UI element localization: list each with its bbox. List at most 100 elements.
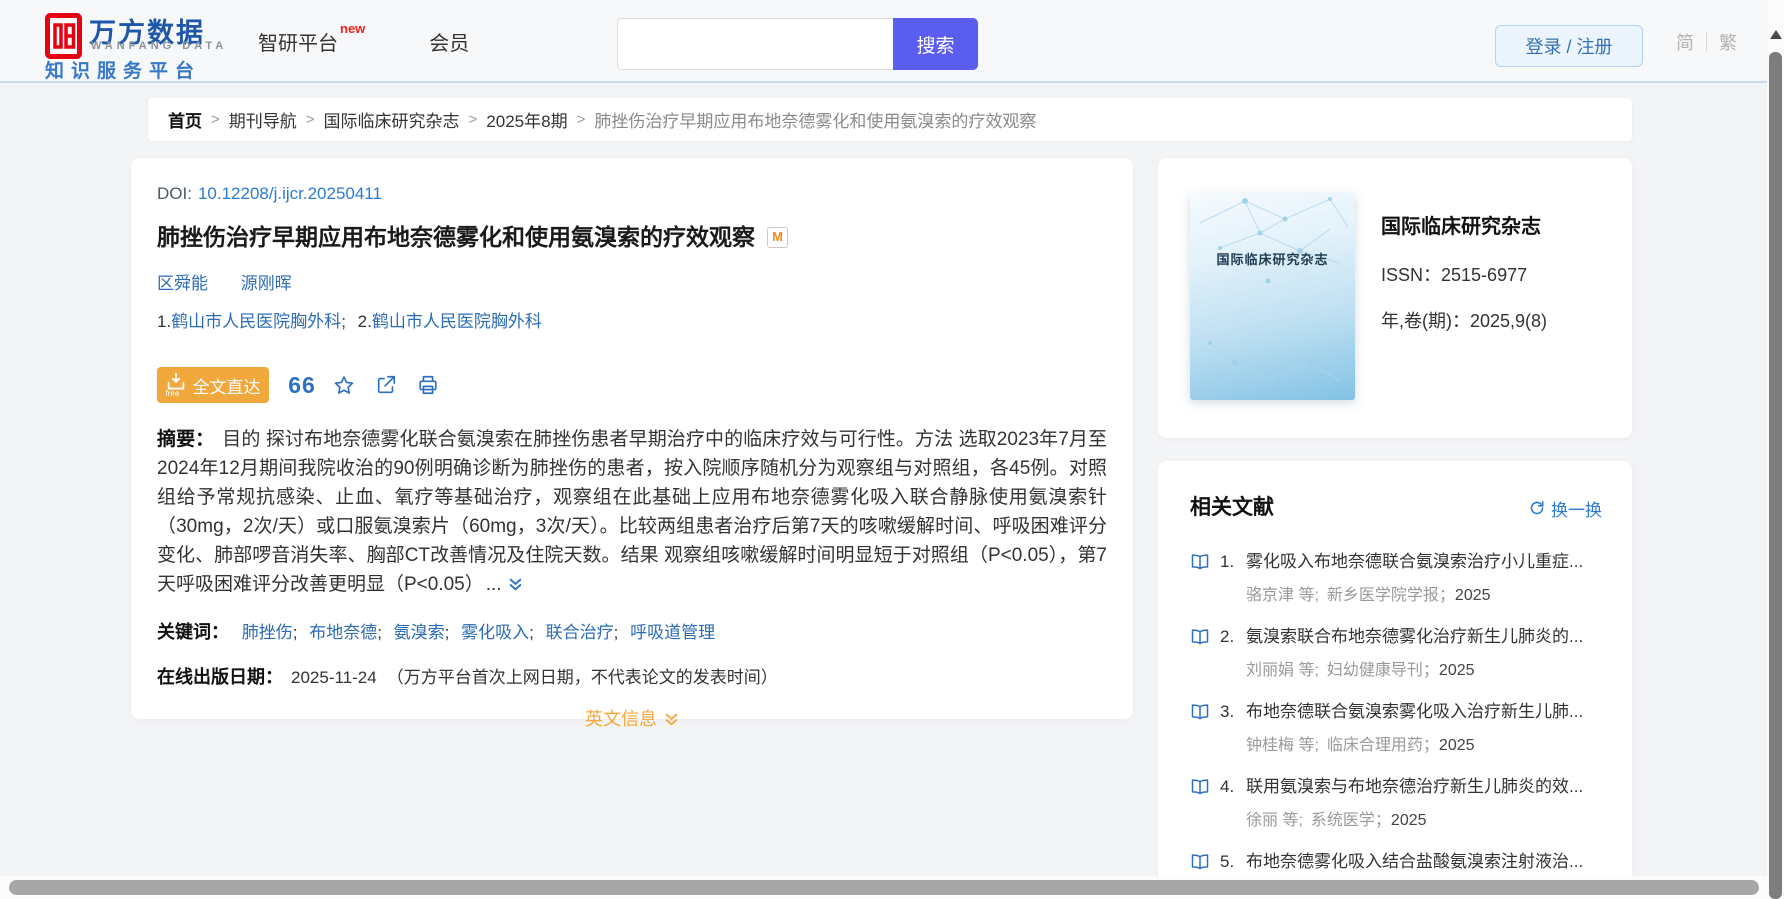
abstract-ellipsis: ... xyxy=(485,574,502,595)
lang-simplified[interactable]: 简 xyxy=(1676,29,1694,55)
share-icon[interactable] xyxy=(375,372,397,398)
breadcrumb-item[interactable]: 首页 xyxy=(168,107,202,132)
lang-traditional[interactable]: 繁 xyxy=(1719,29,1737,55)
affiliation-link[interactable]: 鹤山市人民医院胸外科 xyxy=(372,312,542,331)
keyword-link[interactable]: 联合治疗 xyxy=(546,623,614,642)
nav-item-label: 智研平台 xyxy=(258,33,338,55)
fulltext-button[interactable]: free 全文直达 xyxy=(157,367,269,403)
wanfang-logo-icon xyxy=(45,13,82,59)
refresh-icon xyxy=(1530,501,1544,515)
english-info-label: 英文信息 xyxy=(585,709,657,729)
author-link[interactable]: 区舜能 xyxy=(157,274,208,293)
affiliation: 2.鹤山市人民医院胸外科 xyxy=(358,312,542,331)
keyword: 呼吸道管理 xyxy=(630,623,715,642)
nav-item[interactable]: 智研平台new xyxy=(258,21,365,56)
keyword-separator: ; xyxy=(613,623,619,642)
related-article-journal: 临床合理用药； xyxy=(1326,737,1439,754)
volume-label: 年,卷(期)： xyxy=(1381,311,1470,331)
keyword-link[interactable]: 呼吸道管理 xyxy=(630,623,715,642)
breadcrumb-item[interactable]: 肺挫伤治疗早期应用布地奈德雾化和使用氨溴索的疗效观察 xyxy=(594,107,1036,132)
main-nav: 智研平台new 会员 xyxy=(258,0,469,83)
keyword-link[interactable]: 肺挫伤 xyxy=(242,623,293,642)
breadcrumb-item[interactable]: 国际临床研究杂志 xyxy=(324,107,460,132)
pubdate-row: 在线出版日期： 2025-11-24 （万方平台首次上网日期，不代表论文的发表时间） xyxy=(157,664,1107,691)
search-input[interactable] xyxy=(617,18,893,70)
related-article-journal: 妇幼健康导刊； xyxy=(1326,662,1439,679)
expand-abstract-icon[interactable] xyxy=(508,577,523,592)
horizontal-scrollbar-thumb[interactable] xyxy=(9,880,1759,895)
vertical-scrollbar-thumb[interactable] xyxy=(1769,52,1782,899)
related-article-meta: 徐丽 等; 系统医学；2025 xyxy=(1246,810,1602,831)
affiliations-row: 1.鹤山市人民医院胸外科; 2.鹤山市人民医院胸外科 xyxy=(157,310,1107,334)
brand-tagline: 知识服务平台 xyxy=(45,61,202,82)
related-article-item[interactable]: 1. 雾化吸入布地奈德联合氨溴索治疗小儿重症... 骆京津 等; 新乡医学院学报；… xyxy=(1190,550,1602,606)
authors-row: 区舜能 源刚晖 xyxy=(157,272,1107,296)
keyword: 联合治疗; xyxy=(546,623,626,642)
site-logo[interactable]: 万方数据 WANFANG DATA 知识服务平台 xyxy=(45,11,275,82)
brand-name-en: WANFANG DATA xyxy=(91,40,228,52)
affiliation-separator: ; xyxy=(341,312,346,331)
print-icon[interactable] xyxy=(417,372,439,398)
keyword-separator: ; xyxy=(529,623,534,642)
keyword-link[interactable]: 布地奈德 xyxy=(309,623,377,642)
breadcrumb-item[interactable]: 期刊导航 xyxy=(229,107,297,132)
breadcrumb-segment: 国际临床研究杂志 > xyxy=(324,107,478,132)
english-info-toggle[interactable]: 英文信息 xyxy=(157,706,1107,732)
breadcrumb-segment: 期刊导航 > xyxy=(229,107,315,132)
cite-quote-icon[interactable]: 66 xyxy=(288,372,315,398)
nav-item[interactable]: 会员 xyxy=(429,27,469,56)
related-article-title[interactable]: 氨溴索联合布地奈德雾化治疗新生儿肺炎的... xyxy=(1246,625,1602,649)
doi-link[interactable]: 10.12208/j.ijcr.20250411 xyxy=(198,184,382,203)
related-article-item[interactable]: 4. 联用氨溴索与布地奈德治疗新生儿肺炎的效... 徐丽 等; 系统医学；2025 xyxy=(1190,775,1602,831)
related-article-item[interactable]: 5. 布地奈德雾化吸入结合盐酸氨溴索注射液治... xyxy=(1190,850,1602,876)
chevron-double-down-icon xyxy=(665,713,678,725)
journal-issn-row: ISSN：2515-6977 xyxy=(1381,263,1547,287)
keyword-link[interactable]: 氨溴索 xyxy=(394,623,445,642)
journal-cover[interactable]: 国际临床研究杂志 xyxy=(1190,193,1355,400)
affiliation-link[interactable]: 鹤山市人民医院胸外科 xyxy=(171,312,341,331)
breadcrumb-segment: 首页 > xyxy=(168,107,220,132)
refresh-related-button[interactable]: 换一换 xyxy=(1529,496,1602,521)
related-article-number: 4. xyxy=(1220,777,1235,796)
keyword: 布地奈德; xyxy=(309,623,389,642)
journal-cover-title: 国际临床研究杂志 xyxy=(1216,251,1329,267)
author-link[interactable]: 源刚晖 xyxy=(241,274,292,293)
related-article-item[interactable]: 3. 布地奈德联合氨溴索雾化吸入治疗新生儿肺... 钟桂梅 等; 临床合理用药；2… xyxy=(1190,700,1602,756)
journal-card: 国际临床研究杂志 国际临床研究杂志 ISSN：2515-6977 年,卷(期)：… xyxy=(1158,158,1632,438)
favorite-star-icon[interactable] xyxy=(333,372,355,398)
breadcrumb-separator: > xyxy=(576,111,586,128)
breadcrumb-item[interactable]: 2025年8期 xyxy=(486,107,567,132)
language-switch: 简 繁 xyxy=(1676,0,1737,83)
breadcrumb-separator: > xyxy=(305,111,315,128)
affiliation: 1.鹤山市人民医院胸外科; xyxy=(157,312,353,331)
journal-name[interactable]: 国际临床研究杂志 xyxy=(1381,213,1547,241)
lang-divider xyxy=(1706,32,1707,51)
book-icon xyxy=(1190,775,1210,799)
related-list: 1. 雾化吸入布地奈德联合氨溴索治疗小儿重症... 骆京津 等; 新乡医学院学报；… xyxy=(1190,550,1602,876)
search-button[interactable]: 搜索 xyxy=(893,18,978,70)
abstract: 摘要： 目的 探讨布地奈德雾化联合氨溴索在肺挫伤患者早期治疗中的临床疗效与可行性。… xyxy=(157,425,1107,599)
book-icon xyxy=(1190,700,1210,724)
login-register-button[interactable]: 登录 / 注册 xyxy=(1495,25,1643,67)
keyword-link[interactable]: 雾化吸入 xyxy=(461,623,529,642)
book-icon xyxy=(1190,625,1210,649)
doi-label: DOI: xyxy=(157,184,192,203)
related-article-title[interactable]: 布地奈德雾化吸入结合盐酸氨溴索注射液治... xyxy=(1246,850,1602,874)
scroll-up-arrow[interactable] xyxy=(1770,30,1782,39)
related-article-title[interactable]: 布地奈德联合氨溴索雾化吸入治疗新生儿肺... xyxy=(1246,700,1602,724)
related-article-number: 3. xyxy=(1220,702,1235,721)
vertical-scrollbar xyxy=(1767,0,1784,899)
keywords-row: 关键词： 肺挫伤; 布地奈德; 氨溴索; 雾化吸入; 联合治疗; 呼吸道管理 xyxy=(157,619,1107,646)
related-article-year: 2025 xyxy=(1390,812,1427,829)
pubdate-note: （万方平台首次上网日期，不代表论文的发表时间） xyxy=(386,668,778,687)
affiliation-number: 1. xyxy=(157,312,172,331)
related-article-title[interactable]: 联用氨溴索与布地奈德治疗新生儿肺炎的效... xyxy=(1246,775,1602,799)
related-article-item[interactable]: 2. 氨溴索联合布地奈德雾化治疗新生儿肺炎的... 刘丽娟 等; 妇幼健康导刊；2… xyxy=(1190,625,1602,681)
related-article-title[interactable]: 雾化吸入布地奈德联合氨溴索治疗小儿重症... xyxy=(1246,550,1602,574)
keywords-list: 肺挫伤; 布地奈德; 氨溴索; 雾化吸入; 联合治疗; 呼吸道管理 xyxy=(237,623,715,642)
related-article-authors: 骆京津 等; xyxy=(1246,587,1319,604)
affiliation-number: 2. xyxy=(357,312,372,331)
related-article-year: 2025 xyxy=(1454,587,1491,604)
keyword-separator: ; xyxy=(292,623,298,642)
related-header: 相关文献 换一换 xyxy=(1190,495,1602,521)
